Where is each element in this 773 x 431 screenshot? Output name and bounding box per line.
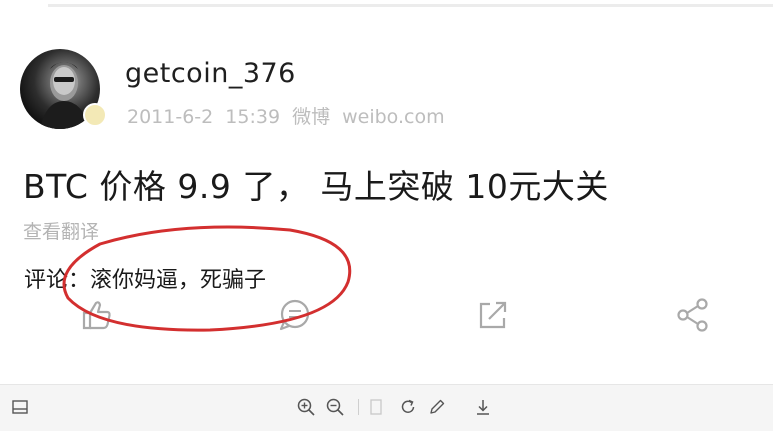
edit-icon[interactable] <box>427 397 447 417</box>
top-divider <box>48 4 773 7</box>
red-circle-annotation <box>62 225 352 332</box>
zoom-in-icon[interactable] <box>296 397 316 417</box>
toolbar-separator <box>358 399 359 415</box>
repost-icon[interactable] <box>474 296 512 334</box>
viewer-toolbar <box>0 384 773 431</box>
share-icon[interactable] <box>674 296 712 334</box>
fit-icon[interactable] <box>366 397 386 417</box>
rotate-icon[interactable] <box>398 397 418 417</box>
download-icon[interactable] <box>473 397 493 417</box>
username[interactable]: getcoin_376 <box>125 58 296 89</box>
zoom-out-icon[interactable] <box>325 397 345 417</box>
post-text: BTC 价格 9.9 了， 马上突破 10元大关 <box>23 167 609 206</box>
post-meta: 2011-6-2 15:39 微博 weibo.com <box>127 106 445 128</box>
panel-toggle-icon[interactable] <box>10 397 30 417</box>
verified-badge <box>83 103 107 127</box>
screenshot-viewer: getcoin_376 2011-6-2 15:39 微博 weibo.com … <box>0 0 773 431</box>
